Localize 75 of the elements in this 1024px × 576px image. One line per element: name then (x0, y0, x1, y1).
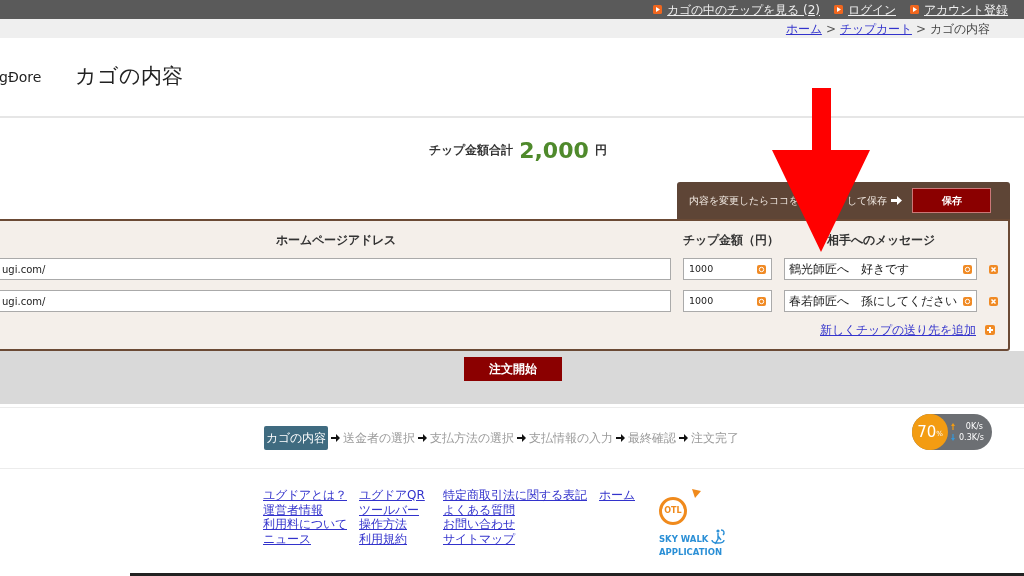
save-note: して保存 (847, 194, 887, 208)
amount-input-field[interactable]: 1000 (683, 290, 772, 312)
clear-icon[interactable] (757, 264, 766, 274)
progress-step: 送金者の選択 (343, 429, 415, 447)
progress-step: カゴの内容 (264, 426, 328, 450)
footer-link[interactable]: 特定商取引法に関する表記 (443, 488, 587, 503)
column-header: ホームページアドレス (274, 232, 397, 249)
page-title: カゴの内容 (75, 63, 183, 91)
header-link[interactable]: ログイン (848, 0, 896, 19)
logo-badge: OTL (659, 497, 687, 525)
url-input-field[interactable]: ugi.com/ (0, 290, 671, 312)
clear-icon[interactable] (963, 296, 972, 306)
logo-text[interactable]: gĐore (0, 66, 75, 88)
amount-value: 1000 (689, 261, 714, 276)
footer-link[interactable]: サイトマップ (443, 531, 515, 546)
footer-link[interactable]: お問い合わせ (443, 517, 515, 532)
column-header: チップ金額（円） (683, 232, 772, 249)
footer-link[interactable]: 操作方法 (359, 517, 407, 532)
breadcrumb-separator: > (915, 20, 926, 38)
walking-figure-icon (710, 528, 727, 546)
order-button[interactable]: 注文開始 (463, 357, 562, 381)
download-arrow-icon (951, 434, 955, 441)
download-speed: 0.3K/s (959, 432, 983, 443)
clear-icon[interactable] (757, 296, 766, 306)
app-logo-text: SKY WALK (659, 533, 709, 546)
arrow-icon (418, 434, 427, 442)
arrow-icon (331, 434, 340, 442)
footer-link[interactable]: ユグドアQR (359, 488, 425, 503)
progress-step: 支払方法の選択 (430, 429, 514, 447)
breadcrumb-separator: > (825, 20, 836, 38)
clear-icon[interactable] (963, 264, 972, 274)
progress-step: 支払情報の入力 (529, 429, 613, 447)
breadcrumb-link[interactable]: チップカート (839, 19, 912, 38)
footer-link[interactable]: ユグドアとは？ (263, 488, 347, 503)
breadcrumb-link[interactable]: ホーム (785, 19, 822, 38)
add-recipient-link[interactable]: 新しくチップの送り先を追加 (820, 321, 976, 339)
save-button[interactable]: 保存 (912, 188, 991, 213)
message-value: 春若師匠へ 孫にしてください (789, 293, 957, 310)
arrow-icon (616, 434, 625, 442)
footer-link[interactable]: 運営者情報 (263, 502, 323, 517)
play-icon[interactable] (834, 5, 843, 14)
triangle-icon (692, 489, 701, 498)
amount-input-field[interactable]: 1000 (683, 258, 772, 280)
message-input-field[interactable]: 春若師匠へ 孫にしてください (784, 290, 977, 312)
upload-arrow-icon (951, 423, 955, 430)
breadcrumb-current: カゴの内容 (930, 20, 990, 38)
header-link[interactable]: カゴの中のチップを見る (2) (667, 0, 820, 19)
progress-step: 最終確認 (628, 429, 676, 447)
plus-icon[interactable] (985, 325, 995, 335)
arrow-icon (891, 196, 902, 205)
footer-link[interactable]: ホーム (599, 488, 635, 503)
header-link[interactable]: アカウント登録 (924, 0, 1008, 19)
play-icon[interactable] (653, 5, 663, 14)
message-input-field[interactable]: 鶴光師匠へ 好きです (784, 258, 977, 280)
footer-link[interactable]: 利用料について (263, 517, 347, 532)
delete-icon[interactable] (989, 296, 998, 306)
amount-value: 1000 (689, 293, 714, 308)
arrow-icon (679, 434, 688, 442)
delete-icon[interactable] (989, 264, 998, 274)
footer-link[interactable]: ニュース (263, 531, 311, 546)
url-input-field[interactable]: ugi.com/ (0, 258, 671, 280)
cpu-percent: 70 (917, 421, 937, 443)
upload-speed: 0K/s (964, 421, 983, 432)
total-amount: 2,000 (519, 136, 589, 165)
footer-link[interactable]: ツールバー (359, 502, 419, 517)
play-icon[interactable] (910, 5, 919, 14)
total-unit: 円 (594, 142, 607, 159)
column-header: 相手へのメッセージ (825, 232, 936, 249)
message-value: 鶴光師匠へ 好きです (789, 261, 909, 278)
footer-link[interactable]: よくある質問 (443, 502, 515, 517)
arrow-icon (517, 434, 526, 442)
total-label: チップ金額合計 (429, 142, 514, 159)
footer-link[interactable]: 利用規約 (359, 531, 407, 546)
progress-step: 注文完了 (691, 429, 739, 447)
app-logo-text: APPLICATION (659, 546, 723, 559)
